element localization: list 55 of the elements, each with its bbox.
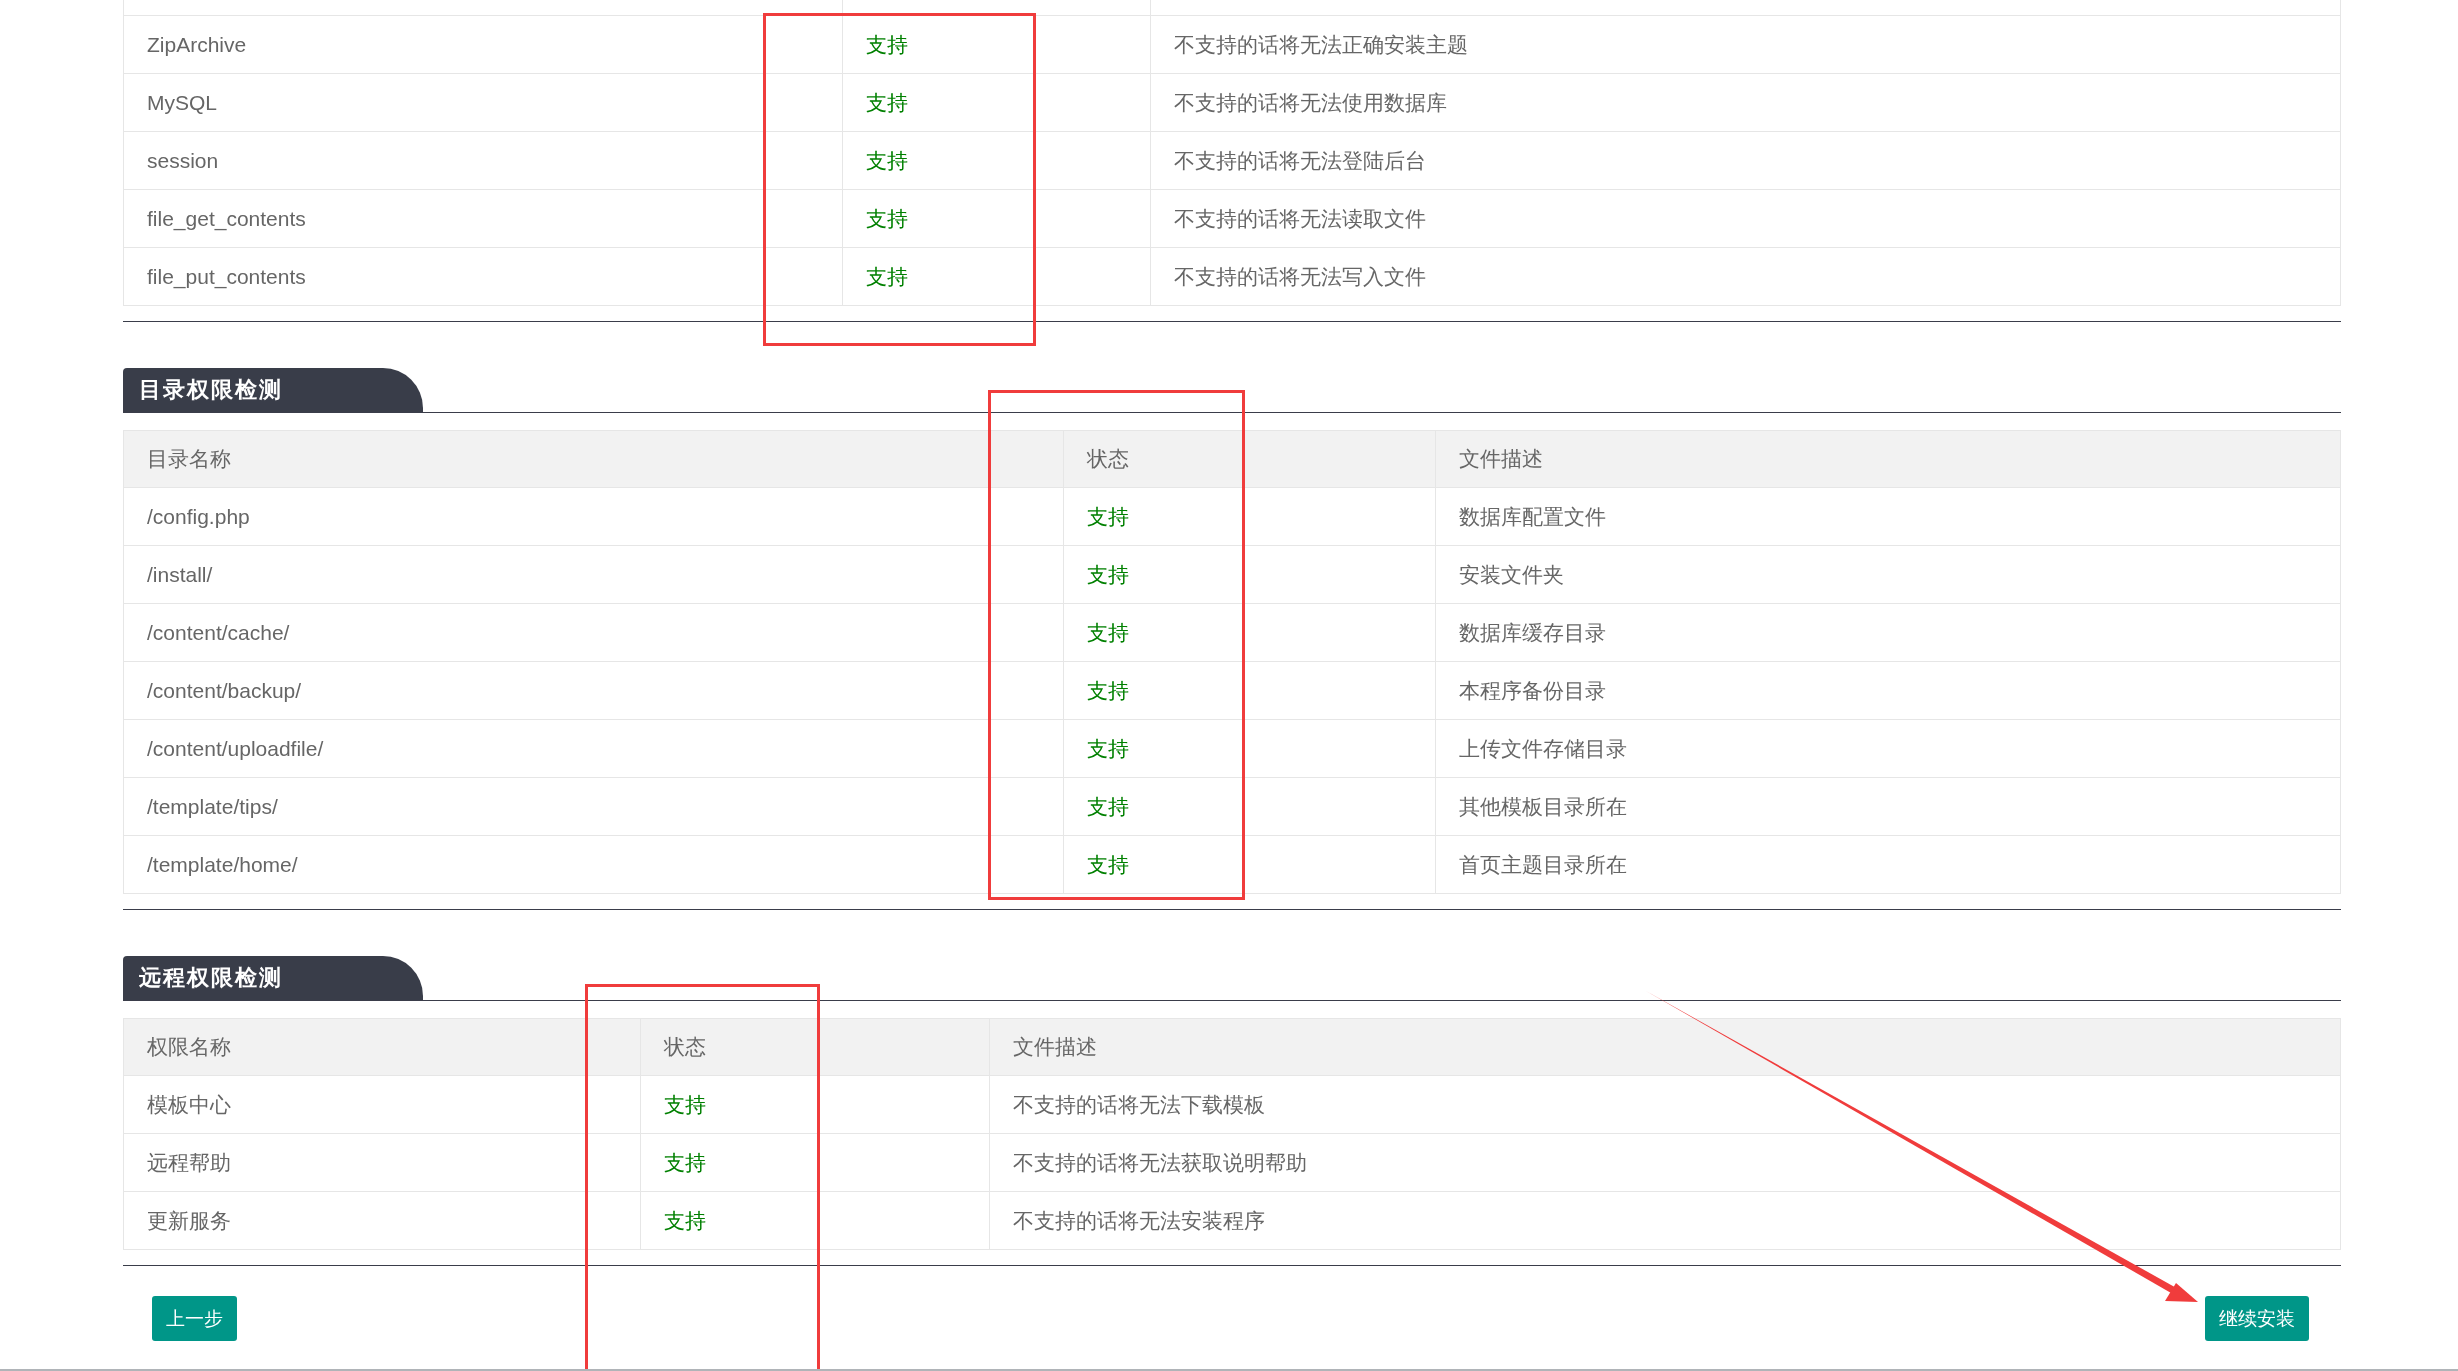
status-cell: 支持 [1064,604,1436,661]
table-cell: MySQL [124,74,843,131]
table-cell: 更新服务 [124,1192,641,1249]
table-cell: /content/cache/ [124,604,1064,661]
table-cell-text: 不支持的话将无法登陆后台 [1173,147,1427,174]
status-cell: 支持 [1064,836,1436,893]
table-cell-text: 不支持的话将无法写入文件 [1173,263,1427,290]
column-header: 权限名称 [124,1019,641,1075]
table-cell: session [124,132,843,189]
status-cell: 支持 [1064,720,1436,777]
table-cell: file_put_contents [124,248,843,305]
section-title: 目录权限检测 [123,368,423,412]
table-cell-text: 不支持的话将无法安装程序 [1012,1207,1266,1234]
section-title: 远程权限检测 [123,956,423,1000]
table-cell-text: 不支持的话将无法读取文件 [1173,205,1427,232]
table-cell: file_get_contents [124,190,843,247]
table-cell: /install/ [124,546,1064,603]
status-cell: 支持 [843,74,1151,131]
continue-button[interactable]: 继续安装 [2205,1296,2309,1341]
status-cell: 支持 [641,1192,990,1249]
column-header: 状态 [641,1019,990,1075]
previous-button[interactable]: 上一步 [152,1296,237,1341]
table-cell-text: 安装文件夹 [1458,561,1565,588]
table-cell-text: 本程序备份目录 [1458,677,1607,704]
column-header: 文件描述 [1012,1034,1098,1060]
table-cell-text: 数据库缓存目录 [1458,619,1607,646]
table-cell: 远程帮助 [124,1134,641,1191]
table-cell: /content/uploadfile/ [124,720,1064,777]
status-cell: 支持 [641,1076,990,1133]
table-cell-text: 不支持的话将无法正确安装主题 [1173,31,1469,58]
column-header: 状态 [1064,431,1436,487]
table-cell: 模板中心 [124,1076,641,1133]
table-cell-text: 不支持的话将无法下载模板 [1012,1091,1266,1118]
column-header: 目录名称 [124,431,1064,487]
column-header: 文件描述 [1458,446,1544,472]
status-cell: 支持 [843,132,1151,189]
table-cell: /content/backup/ [124,662,1064,719]
table-cell: /template/home/ [124,836,1064,893]
status-cell: 支持 [1064,662,1436,719]
status-cell: 支持 [843,16,1151,73]
table-cell-text: 数据库配置文件 [1458,503,1607,530]
status-cell: 支持 [843,190,1151,247]
table-cell-text: 首页主题目录所在 [1458,851,1628,878]
table-cell-text: 不支持的话将无法使用数据库 [1173,89,1448,116]
table-cell-text: 其他模板目录所在 [1458,793,1628,820]
status-cell: 支持 [843,248,1151,305]
table-cell-text: 上传文件存储目录 [1458,735,1628,762]
status-cell: 支持 [1064,488,1436,545]
status-cell: 支持 [1064,778,1436,835]
table-cell: /template/tips/ [124,778,1064,835]
status-cell: 支持 [641,1134,990,1191]
status-cell: 支持 [1064,546,1436,603]
table-cell: /config.php [124,488,1064,545]
table-cell: ZipArchive [124,16,843,73]
table-cell-text: 不支持的话将无法获取说明帮助 [1012,1149,1308,1176]
